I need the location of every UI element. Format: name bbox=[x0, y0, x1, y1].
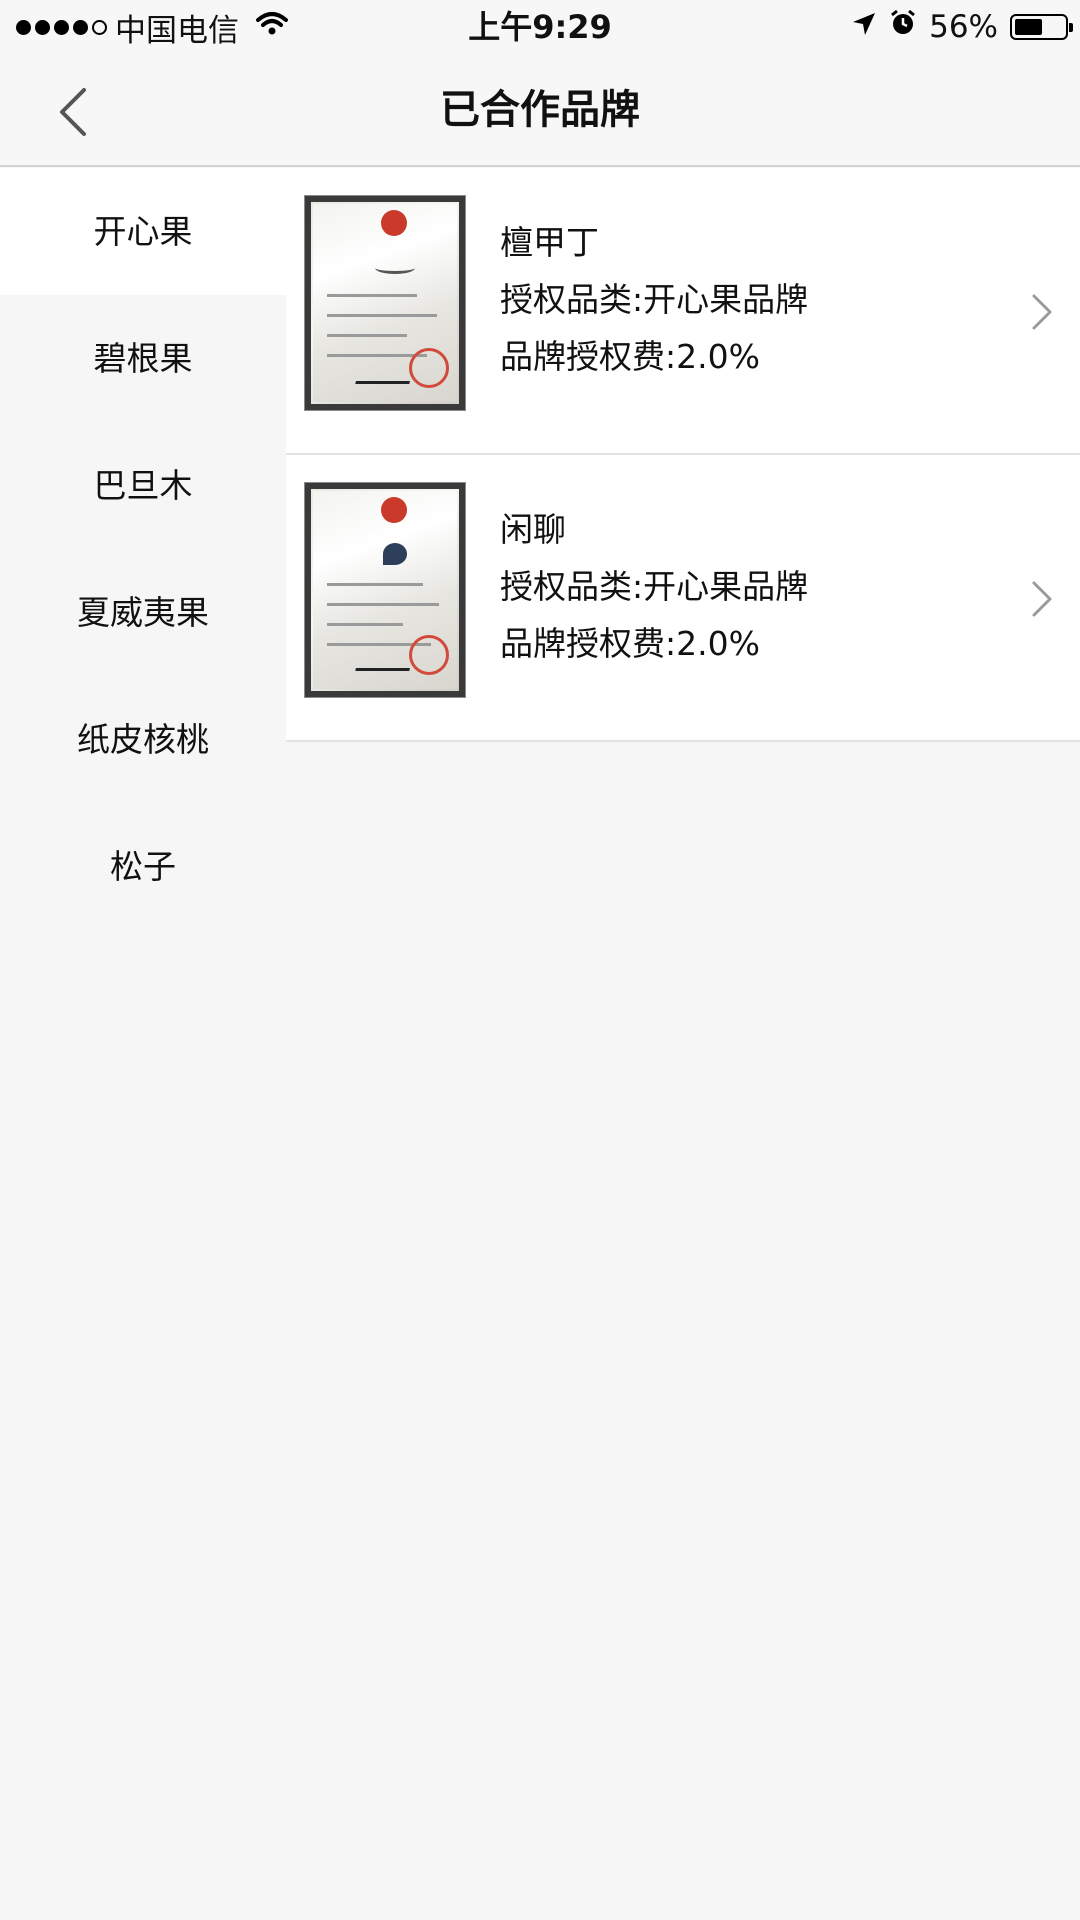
nav-bar: 已合作品牌 bbox=[0, 54, 1080, 167]
red-seal-stamp bbox=[409, 348, 449, 388]
text-line bbox=[327, 603, 439, 606]
status-right: 56% bbox=[851, 6, 1073, 48]
brand-info: 檀甲丁 授权品类:开心果品牌 品牌授权费:2.0% bbox=[500, 214, 808, 385]
brand-logo-mark bbox=[375, 262, 415, 274]
brand-category: 授权品类:开心果品牌 bbox=[500, 280, 809, 319]
battery-fill bbox=[1015, 19, 1042, 35]
trademark-certificate-image bbox=[304, 195, 466, 411]
national-emblem-icon bbox=[381, 497, 407, 523]
back-button[interactable] bbox=[50, 84, 100, 140]
brand-list: 檀甲丁 授权品类:开心果品牌 品牌授权费:2.0% 闲聊 授权品类:开心果品牌 bbox=[286, 168, 1080, 742]
alarm-icon bbox=[889, 9, 917, 45]
location-icon bbox=[851, 9, 877, 45]
chevron-right-icon bbox=[1032, 581, 1052, 617]
sidebar-item-pecan[interactable]: 碧根果 bbox=[0, 295, 286, 422]
brand-fee: 品牌授权费:2.0% bbox=[500, 624, 760, 663]
brand-logo-mark bbox=[383, 543, 407, 565]
text-line bbox=[327, 294, 417, 297]
battery-nub bbox=[1069, 23, 1073, 32]
certificate-paper bbox=[313, 491, 457, 689]
sidebar-item-walnut[interactable]: 纸皮核桃 bbox=[0, 676, 286, 803]
brand-category: 授权品类:开心果品牌 bbox=[500, 567, 809, 606]
signature bbox=[355, 655, 413, 671]
brand-name: 闲聊 bbox=[500, 510, 566, 549]
chevron-right-icon bbox=[1032, 294, 1052, 330]
text-line bbox=[327, 583, 423, 586]
trademark-certificate-image bbox=[304, 482, 466, 698]
sidebar-item-pistachio[interactable]: 开心果 bbox=[0, 168, 286, 295]
red-seal-stamp bbox=[409, 635, 449, 675]
sidebar-item-macadamia[interactable]: 夏威夷果 bbox=[0, 549, 286, 676]
status-bar: 中国电信 上午9:29 56% bbox=[0, 0, 1080, 54]
text-line bbox=[327, 334, 407, 337]
brand-card[interactable]: 闲聊 授权品类:开心果品牌 品牌授权费:2.0% bbox=[286, 455, 1080, 742]
page-title: 已合作品牌 bbox=[440, 87, 640, 133]
chevron-left-icon bbox=[60, 88, 86, 136]
national-emblem-icon bbox=[381, 210, 407, 236]
sidebar-item-almond[interactable]: 巴旦木 bbox=[0, 422, 286, 549]
brand-name: 檀甲丁 bbox=[500, 223, 599, 262]
category-sidebar: 开心果 碧根果 巴旦木 夏威夷果 纸皮核桃 松子 bbox=[0, 168, 286, 930]
battery-percent: 56% bbox=[929, 9, 998, 45]
certificate-paper bbox=[313, 204, 457, 402]
sidebar-item-pine-nut[interactable]: 松子 bbox=[0, 803, 286, 930]
brand-fee: 品牌授权费:2.0% bbox=[500, 337, 760, 376]
battery-icon bbox=[1010, 14, 1073, 40]
brand-info: 闲聊 授权品类:开心果品牌 品牌授权费:2.0% bbox=[500, 501, 808, 672]
signature bbox=[355, 368, 413, 384]
text-line bbox=[327, 314, 437, 317]
text-line bbox=[327, 623, 403, 626]
brand-card[interactable]: 檀甲丁 授权品类:开心果品牌 品牌授权费:2.0% bbox=[286, 168, 1080, 455]
